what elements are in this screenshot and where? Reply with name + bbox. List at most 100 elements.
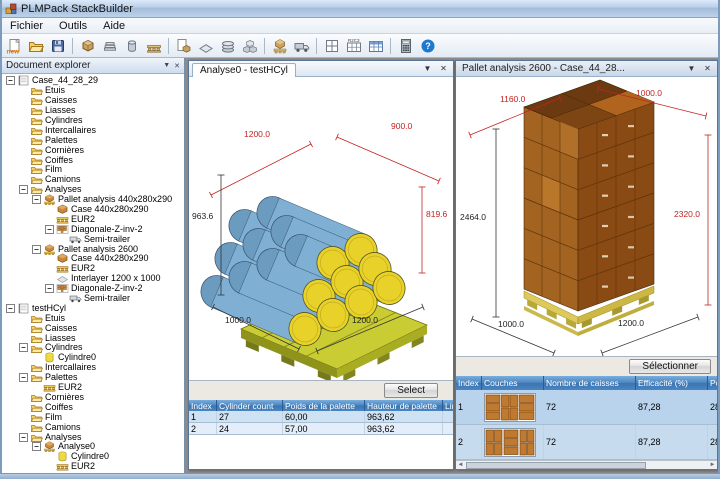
table-cell: 963,62 xyxy=(365,411,443,422)
new-analysis-icon[interactable] xyxy=(173,35,194,56)
window-menu-icon[interactable]: ▼ xyxy=(421,64,434,73)
chevron-down-icon[interactable]: ▼ xyxy=(163,62,170,69)
pallet-3d-viewport[interactable]: 1160.0 1000.0 2464.0 2320.0 1000.0 1200.0 xyxy=(456,77,717,357)
analysis-icon xyxy=(44,194,55,206)
table-empty-area xyxy=(189,435,453,469)
scrollbar-thumb[interactable] xyxy=(466,461,646,469)
column-header[interactable]: Limit xyxy=(443,400,453,411)
column-header[interactable]: Nombre de caisses xyxy=(544,376,636,390)
edit-case-icon[interactable] xyxy=(77,35,98,56)
calculator-icon[interactable] xyxy=(395,35,416,56)
expand-toggle-icon[interactable] xyxy=(19,373,28,383)
column-header[interactable]: Efficacité (%) xyxy=(636,376,708,390)
tree-item[interactable]: EUR2 xyxy=(4,462,184,472)
expand-toggle-icon[interactable] xyxy=(32,195,41,205)
grid-layout-icon[interactable] xyxy=(321,35,342,56)
new-document-icon[interactable]: new xyxy=(3,35,24,56)
folder-icon xyxy=(30,345,43,353)
layer-layout-icon xyxy=(56,284,69,293)
select-button[interactable]: Select xyxy=(384,383,438,398)
truck-load-icon[interactable] xyxy=(291,35,312,56)
analysis-window-cylinders: Analyse0 - testHCyl ▼ ✕ 1200.0 900.0 963.6… xyxy=(188,60,454,470)
tree-item-label: EUR2 xyxy=(71,461,96,472)
column-header[interactable]: Poids de la palette xyxy=(283,400,365,411)
interlayer-sheet-icon[interactable] xyxy=(195,35,216,56)
tree-item-label: Coiffes xyxy=(45,154,73,165)
table-row[interactable]: 2 24 57,00 963,62 xyxy=(189,423,453,435)
tree-item[interactable]: Palettes xyxy=(4,373,184,383)
pallet-load-icon[interactable] xyxy=(269,35,290,56)
pallet-icon xyxy=(56,464,69,471)
menu-item-outils[interactable]: Outils xyxy=(51,19,95,33)
column-header[interactable]: Index xyxy=(189,400,217,411)
row-col-grid-icon[interactable]: R2C3 xyxy=(343,35,364,56)
tree-item-label: Diagonale-Z-inv-2 xyxy=(71,223,143,234)
expand-toggle-icon[interactable] xyxy=(6,76,15,86)
tree-item-label: Liasses xyxy=(45,332,76,343)
table-view-icon[interactable] xyxy=(365,35,386,56)
doc2-title: Pallet analysis 2600 - Case_44_28... xyxy=(462,63,625,74)
tree-item[interactable]: EUR2 xyxy=(4,214,184,224)
box-stack-icon[interactable] xyxy=(239,35,260,56)
tree-item[interactable]: Semi-trailer xyxy=(4,234,184,244)
expand-toggle-icon[interactable] xyxy=(19,432,28,442)
menu-item-fichier[interactable]: Fichier xyxy=(2,19,51,33)
analysis-icon xyxy=(44,441,55,453)
menu-item-aide[interactable]: Aide xyxy=(95,19,133,33)
help-icon[interactable]: ? xyxy=(417,35,438,56)
column-header[interactable]: Cylinder count xyxy=(217,400,283,411)
tree-item-label: Pallet analysis 2600 xyxy=(58,243,139,254)
column-header[interactable]: Couches xyxy=(482,376,544,390)
doc2-titlebar[interactable]: Pallet analysis 2600 - Case_44_28... ▼ ✕ xyxy=(456,61,717,77)
table-header: Index Couches Nombre de caisses Efficacité … xyxy=(456,376,717,390)
folder-icon xyxy=(30,187,43,195)
table-cell: 1 xyxy=(189,411,217,422)
table-cell xyxy=(482,390,544,424)
edit-cylinder-icon[interactable] xyxy=(121,35,142,56)
tree-item-label: Analyses xyxy=(45,184,82,195)
dim-label: 2320.0 xyxy=(674,209,700,219)
tree-item-label: testHCyl xyxy=(32,302,67,313)
tree-item[interactable]: Case 440x280x290 xyxy=(4,205,184,215)
table-cell: 963,62 xyxy=(365,423,443,434)
tree-item[interactable]: Diagonale-Z-inv-2 xyxy=(4,224,184,234)
expand-toggle-icon[interactable] xyxy=(45,224,54,234)
column-header[interactable]: Index xyxy=(456,376,482,390)
selectionner-button[interactable]: Sélectionner xyxy=(629,359,711,374)
edit-pallet-icon[interactable] xyxy=(143,35,164,56)
table-row[interactable]: 2 7287,28285,00 xyxy=(456,425,717,460)
analysis-window-pallet: Pallet analysis 2600 - Case_44_28... ▼ ✕… xyxy=(455,60,718,470)
cylinder-3d-viewport[interactable]: 1200.0 900.0 963.6 819.6 1000.0 1200.0 xyxy=(189,77,453,381)
titlebar[interactable]: PLMPack StackBuilder xyxy=(0,0,720,18)
close-icon[interactable]: ✕ xyxy=(701,64,714,73)
expand-toggle-icon[interactable] xyxy=(45,284,54,294)
tree-item-label: Analyse0 xyxy=(58,441,96,452)
expand-toggle-icon[interactable] xyxy=(32,244,41,254)
tree-item[interactable]: Semi-trailer xyxy=(4,294,184,304)
tree-item-label: Semi-trailer xyxy=(84,293,131,304)
toolbar-separator xyxy=(72,37,73,54)
save-file-icon[interactable] xyxy=(47,35,68,56)
table-row[interactable]: 1 27 60,00 963,62 xyxy=(189,411,453,423)
column-header[interactable]: Poids xyxy=(708,376,717,390)
doc1-title-tab[interactable]: Analyse0 - testHCyl xyxy=(192,62,296,77)
window-menu-icon[interactable]: ▼ xyxy=(685,64,698,73)
open-folder-icon[interactable] xyxy=(25,35,46,56)
tree-item-label: Caisses xyxy=(45,95,78,106)
tree-item-label: Case 440x280x290 xyxy=(71,204,149,215)
close-icon[interactable]: ✕ xyxy=(174,62,180,70)
close-icon[interactable]: ✕ xyxy=(437,64,450,73)
table-row[interactable]: 1 7287,28285,00 xyxy=(456,390,717,425)
column-header[interactable]: Hauteur de palette xyxy=(365,400,443,411)
scroll-left-icon[interactable]: ◄ xyxy=(456,462,465,468)
expand-toggle-icon[interactable] xyxy=(6,303,15,313)
cylinder-stack-icon[interactable] xyxy=(217,35,238,56)
doc1-titlebar[interactable]: Analyse0 - testHCyl ▼ ✕ xyxy=(189,61,453,77)
expand-toggle-icon[interactable] xyxy=(19,343,28,353)
explorer-header: Document explorer ▼ ✕ xyxy=(2,58,184,74)
expand-toggle-icon[interactable] xyxy=(32,442,41,452)
scroll-right-icon[interactable]: ► xyxy=(708,462,717,468)
expand-toggle-icon[interactable] xyxy=(19,185,28,195)
horizontal-scrollbar[interactable]: ◄ ► xyxy=(456,460,717,469)
edit-bundle-icon[interactable] xyxy=(99,35,120,56)
